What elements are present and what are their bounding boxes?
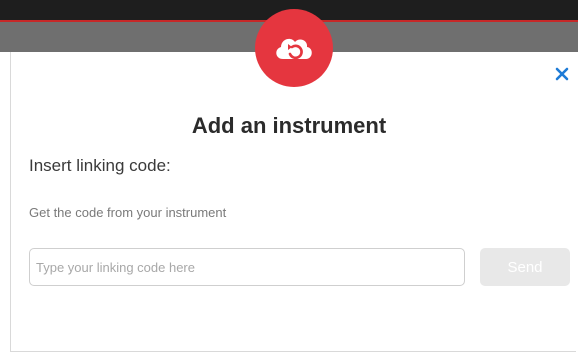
cloud-logo-badge <box>255 9 333 87</box>
dialog-hint: Get the code from your instrument <box>29 205 227 220</box>
close-icon <box>555 67 569 81</box>
dialog-subtitle: Insert linking code: <box>29 156 171 175</box>
linking-code-input[interactable] <box>29 248 465 286</box>
dialog-title: Add an instrument <box>191 113 387 138</box>
cloud-sync-icon <box>276 38 312 60</box>
close-button[interactable] <box>551 63 573 85</box>
app-screen: Add an instrument Insert linking code: G… <box>0 0 578 356</box>
add-instrument-dialog <box>10 52 576 352</box>
send-button[interactable]: Send <box>480 248 570 286</box>
